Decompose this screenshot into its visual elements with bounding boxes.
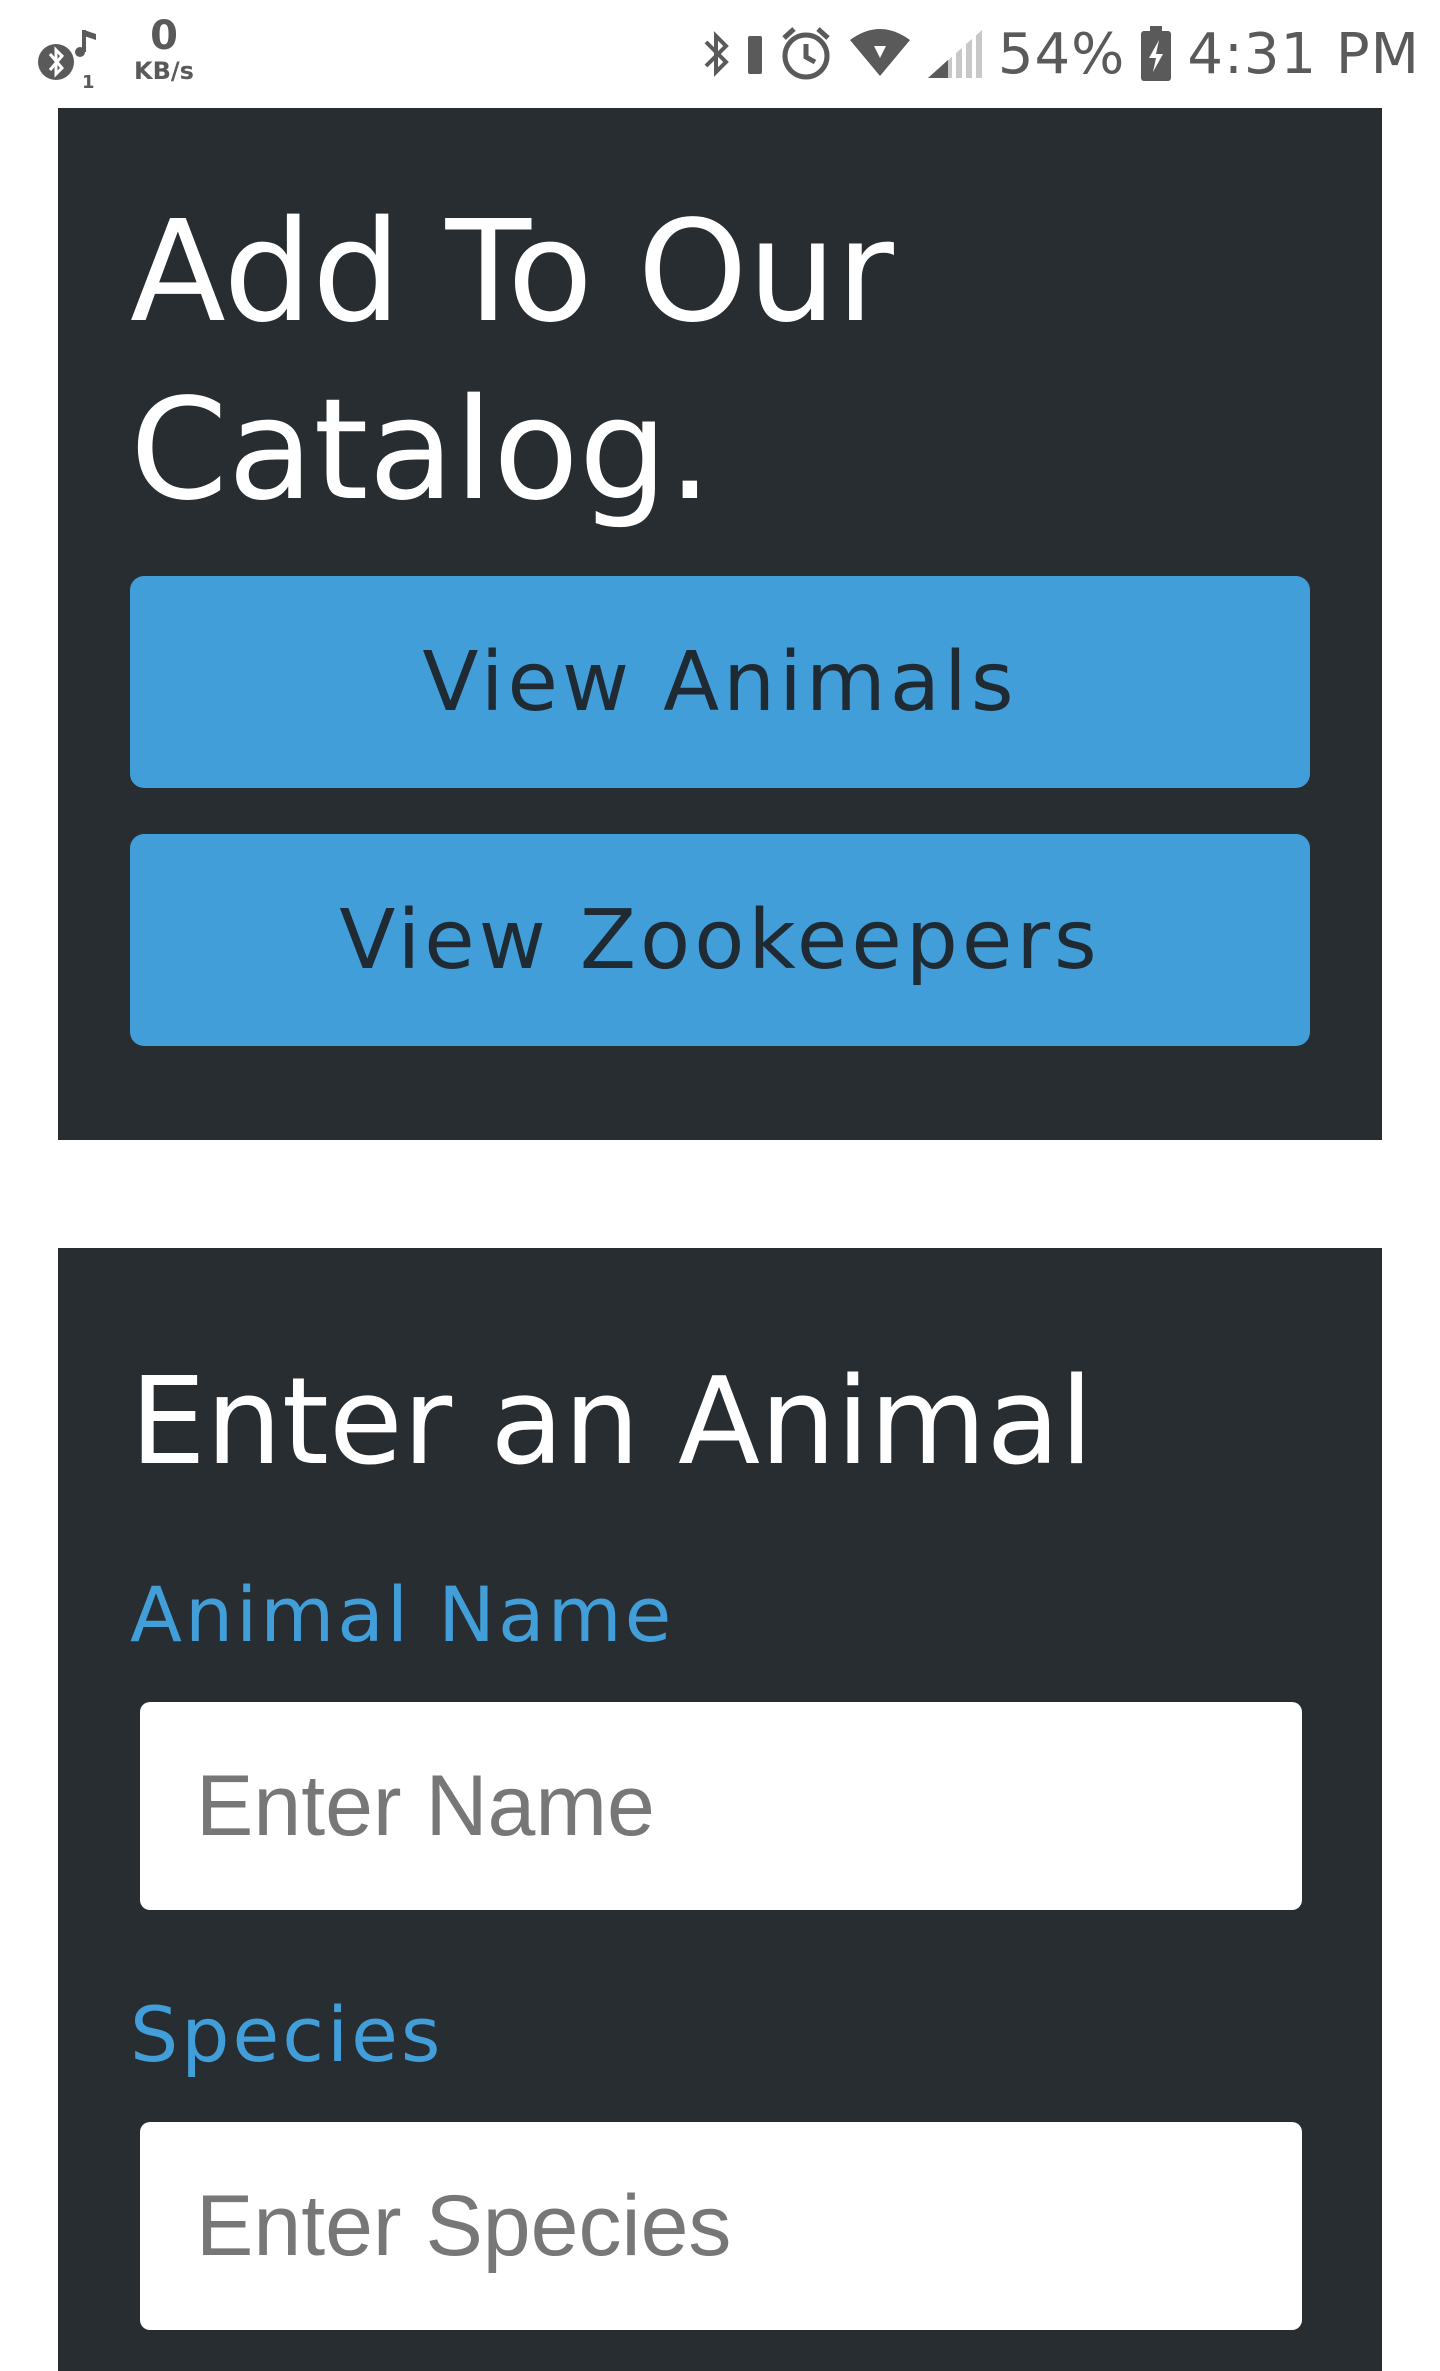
battery-percent: 54% (997, 21, 1126, 87)
catalog-card: Add To Our Catalog. View Animals View Zo… (58, 108, 1382, 1140)
catalog-title: Add To Our Catalog. (130, 191, 894, 532)
alarm-icon (778, 24, 834, 84)
svg-text:1: 1 (82, 72, 95, 92)
animal-form-card: Enter an Animal Animal Name Species (58, 1248, 1382, 2371)
battery-charging-icon (1139, 24, 1173, 84)
network-speed: 0 KB/s (124, 14, 204, 84)
clock-time: 4:31 PM (1187, 21, 1420, 87)
wifi-icon (848, 26, 912, 82)
species-input[interactable] (140, 2122, 1302, 2330)
status-bar-right: 54% 4:31 PM (702, 18, 1420, 90)
bluetooth-music-icon: 1 (34, 22, 104, 93)
view-zookeepers-button[interactable]: View Zookeepers (130, 834, 1310, 1046)
bluetooth-icon (702, 26, 732, 82)
status-bar: 1 0 KB/s 54% 4:31 PM (0, 0, 1440, 108)
animal-form-title: Enter an Animal (130, 1353, 1094, 1492)
network-speed-unit: KB/s (134, 57, 194, 85)
animal-name-input[interactable] (140, 1702, 1302, 1910)
signal-icon (926, 26, 984, 82)
battery-saver-icon (746, 26, 764, 82)
animal-name-label: Animal Name (130, 1570, 675, 1659)
network-speed-value: 0 (150, 13, 178, 59)
view-animals-button[interactable]: View Animals (130, 576, 1310, 788)
species-label: Species (130, 1990, 444, 2079)
